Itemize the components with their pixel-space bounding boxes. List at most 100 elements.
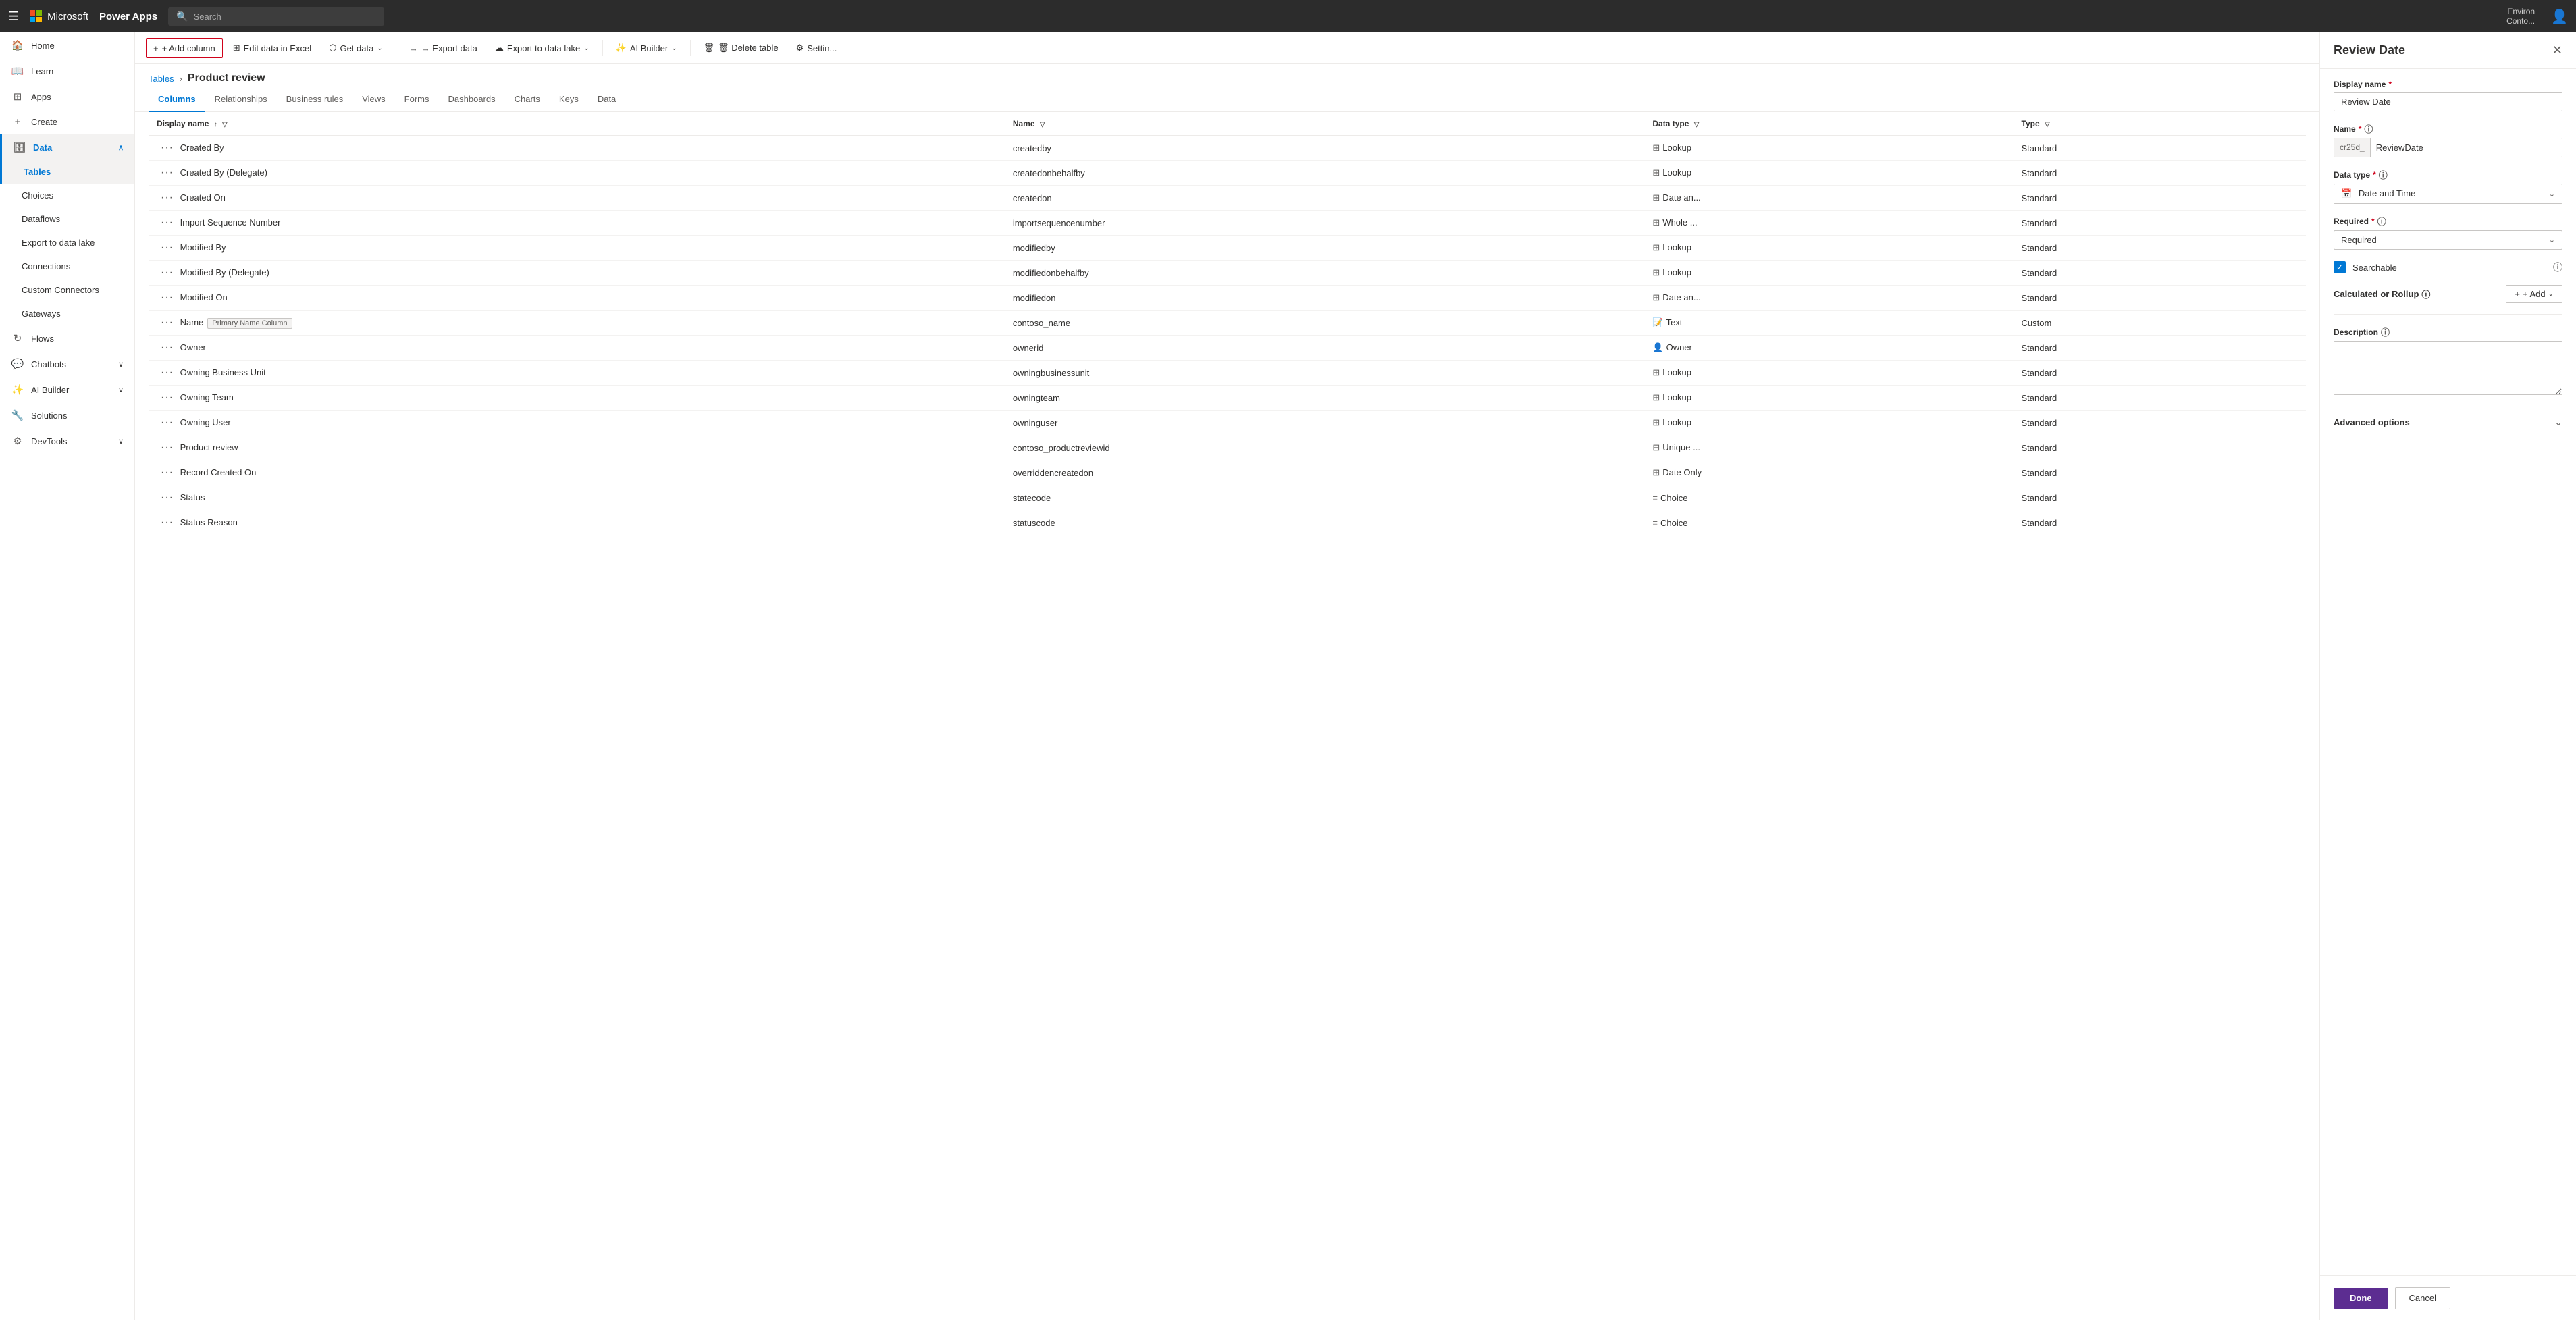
export-data-lake-button[interactable]: ☁ Export to data lake ⌄ <box>488 38 597 58</box>
cancel-button[interactable]: Cancel <box>2395 1287 2450 1309</box>
calc-rollup-info-icon[interactable]: ⓘ <box>2421 288 2430 300</box>
th-name[interactable]: Name ▽ <box>1005 112 1645 136</box>
data-type-icon: ⊞ <box>1652 392 1660 402</box>
tab-data[interactable]: Data <box>588 87 625 112</box>
table-row: ··· Statusstatecode≡ChoiceStandard <box>149 485 2306 510</box>
required-value: Required <box>2341 235 2377 245</box>
th-type[interactable]: Type ▽ <box>2014 112 2306 136</box>
sidebar-item-create[interactable]: + Create <box>0 109 134 134</box>
settings-button[interactable]: ⚙ Settin... <box>789 38 845 58</box>
data-type-info-icon[interactable]: ⓘ <box>2379 168 2388 181</box>
sidebar-item-connections[interactable]: Connections <box>0 255 134 278</box>
cell-data-type: ⊞Lookup <box>1644 411 2013 435</box>
cell-display-name: ··· Owning Business Unit <box>149 361 1005 386</box>
calc-rollup-add-button[interactable]: + + Add ⌄ <box>2506 285 2562 303</box>
cell-name: modifiedby <box>1005 236 1645 261</box>
sidebar-item-chatbots[interactable]: 💬 Chatbots ∨ <box>0 351 134 377</box>
panel-close-button[interactable]: ✕ <box>2552 43 2562 57</box>
tab-business-rules[interactable]: Business rules <box>277 87 353 112</box>
cell-type: Standard <box>2014 186 2306 211</box>
sidebar-item-custom-connectors[interactable]: Custom Connectors <box>0 278 134 302</box>
delete-table-button[interactable]: 🗑 🗑 Delete table <box>696 38 786 58</box>
description-textarea[interactable] <box>2334 341 2562 395</box>
row-dots-menu[interactable]: ··· <box>157 190 178 205</box>
row-dots-menu[interactable]: ··· <box>157 290 178 305</box>
tab-relationships[interactable]: Relationships <box>205 87 277 112</box>
name-input[interactable] <box>2371 138 2562 157</box>
required-info-icon[interactable]: ⓘ <box>2377 215 2386 228</box>
row-dots-menu[interactable]: ··· <box>157 365 178 379</box>
sidebar-item-learn[interactable]: 📖 Learn <box>0 58 134 84</box>
th-data-type[interactable]: Data type ▽ <box>1644 112 2013 136</box>
cell-type: Standard <box>2014 236 2306 261</box>
export-data-lake-arrow-icon: ⌄ <box>583 45 589 52</box>
sidebar-item-dataflows[interactable]: Dataflows <box>0 207 134 231</box>
description-info-icon[interactable]: ⓘ <box>2381 325 2390 338</box>
tab-dashboards[interactable]: Dashboards <box>439 87 505 112</box>
row-dots-menu[interactable]: ··· <box>157 515 178 529</box>
row-dots-menu[interactable]: ··· <box>157 265 178 280</box>
panel-title: Review Date <box>2334 43 2405 57</box>
sort-asc-icon: ↑ <box>214 121 217 128</box>
searchable-info-icon[interactable]: ⓘ <box>2553 261 2562 274</box>
cell-data-type: ⊞Lookup <box>1644 386 2013 411</box>
search-input[interactable] <box>194 11 377 22</box>
table-row: ··· Owning Teamowningteam⊞LookupStandard <box>149 386 2306 411</box>
data-type-select[interactable]: 📅 Date and Time ⌄ <box>2334 184 2562 204</box>
breadcrumb-current: Product review <box>188 72 265 84</box>
tab-charts[interactable]: Charts <box>505 87 550 112</box>
table-row: ··· Created By (Delegate)createdonbehalf… <box>149 161 2306 186</box>
hamburger-menu[interactable]: ☰ <box>8 9 19 24</box>
th-display-name[interactable]: Display name ↑ ▽ <box>149 112 1005 136</box>
ms-logo: Microsoft <box>30 10 88 22</box>
row-dots-menu[interactable]: ··· <box>157 440 178 454</box>
sidebar-item-home[interactable]: 🏠 Home <box>0 32 134 58</box>
sidebar-item-apps[interactable]: ⊞ Apps <box>0 84 134 109</box>
tab-columns[interactable]: Columns <box>149 87 205 112</box>
row-dots-menu[interactable]: ··· <box>157 240 178 255</box>
row-dots-menu[interactable]: ··· <box>157 315 178 329</box>
sidebar-item-devtools[interactable]: ⚙ DevTools ∨ <box>0 428 134 454</box>
row-dots-menu[interactable]: ··· <box>157 165 178 180</box>
data-type-icon: ⊞ <box>1652 267 1660 278</box>
devtools-icon: ⚙ <box>11 435 24 447</box>
get-data-label: Get data <box>340 43 373 53</box>
get-data-button[interactable]: ⬡ Get data ⌄ <box>321 38 390 58</box>
row-dots-menu[interactable]: ··· <box>157 390 178 404</box>
sidebar-item-solutions[interactable]: 🔧 Solutions <box>0 402 134 428</box>
name-info-icon[interactable]: ⓘ <box>2364 122 2373 135</box>
sidebar-item-gateways[interactable]: Gateways <box>0 302 134 325</box>
done-button[interactable]: Done <box>2334 1288 2388 1309</box>
sidebar-item-export-data-lake[interactable]: Export to data lake <box>0 231 134 255</box>
sidebar-item-tables[interactable]: Tables <box>0 160 134 184</box>
row-dots-menu[interactable]: ··· <box>157 465 178 479</box>
cell-type: Standard <box>2014 261 2306 286</box>
required-select[interactable]: Required ⌄ <box>2334 230 2562 250</box>
ai-builder-button[interactable]: ✨ AI Builder ⌄ <box>608 38 685 58</box>
row-dots-menu[interactable]: ··· <box>157 415 178 429</box>
sidebar-item-flows[interactable]: ↻ Flows <box>0 325 134 351</box>
sidebar-item-choices[interactable]: Choices <box>0 184 134 207</box>
sidebar-item-data[interactable]: 🗄 Data ∧ <box>0 134 134 160</box>
toolbar-divider-3 <box>690 40 691 56</box>
table-row: ··· Modified By (Delegate)modifiedonbeha… <box>149 261 2306 286</box>
row-dots-menu[interactable]: ··· <box>157 340 178 354</box>
row-dots-menu[interactable]: ··· <box>157 215 178 230</box>
export-data-button[interactable]: → → Export data <box>402 38 485 58</box>
advanced-options-row[interactable]: Advanced options ⌄ <box>2334 408 2562 436</box>
tab-keys[interactable]: Keys <box>550 87 588 112</box>
cell-display-name: ··· Record Created On <box>149 460 1005 485</box>
sidebar-item-ai-builder[interactable]: ✨ AI Builder ∨ <box>0 377 134 402</box>
edit-excel-button[interactable]: ⊞ Edit data in Excel <box>226 38 319 58</box>
search-box[interactable]: 🔍 <box>168 7 384 26</box>
tab-forms[interactable]: Forms <box>395 87 439 112</box>
add-column-button[interactable]: + + Add column <box>146 38 223 58</box>
breadcrumb-parent[interactable]: Tables <box>149 74 174 84</box>
searchable-checkbox[interactable]: ✓ <box>2334 261 2346 273</box>
tab-views[interactable]: Views <box>352 87 394 112</box>
sidebar-item-label: Create <box>31 117 57 127</box>
row-dots-menu[interactable]: ··· <box>157 140 178 155</box>
row-dots-menu[interactable]: ··· <box>157 490 178 504</box>
display-name-input[interactable] <box>2334 92 2562 111</box>
user-avatar-icon[interactable]: 👤 <box>2551 8 2568 25</box>
